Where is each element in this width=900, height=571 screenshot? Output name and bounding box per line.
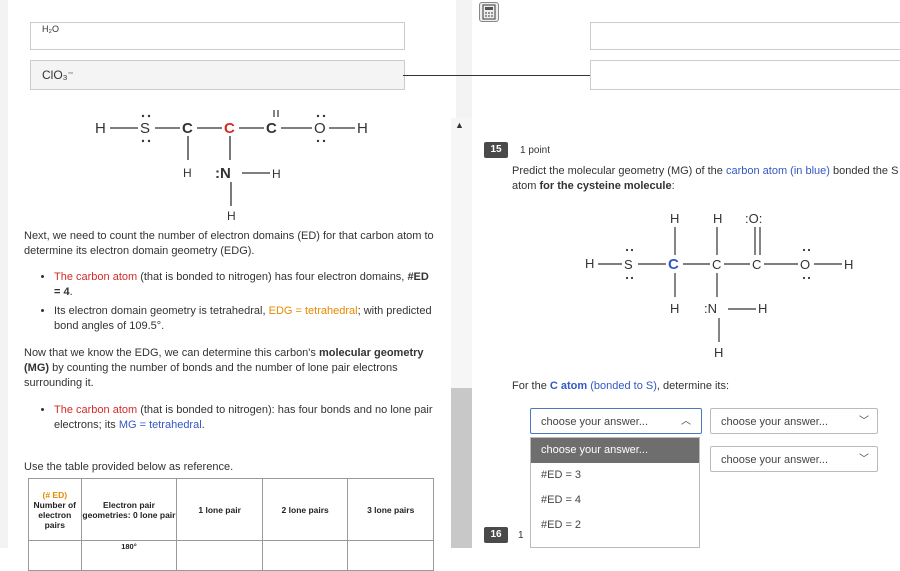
chevron-down-icon: ﹀ (859, 416, 869, 427)
ed-select[interactable]: choose your answer... ︿ (530, 408, 702, 434)
table-intro: Use the table provided below as referenc… (24, 461, 234, 473)
atom-c1: C (182, 120, 193, 137)
atom-h1: H (670, 211, 679, 226)
atom-h-left: H (95, 120, 106, 137)
atom-o-top: :O: (745, 211, 762, 226)
vsepr-reference-table: (# ED) Number of electron pairs Electron … (28, 478, 434, 571)
match-target-1[interactable] (590, 22, 900, 50)
dropdown-option-ed2[interactable]: #ED = 2 (531, 513, 699, 538)
atom-h-mid: H (183, 166, 192, 180)
bullet-edg: Its electron domain geometry is tetrahed… (54, 304, 434, 334)
explanation-intro: Next, we need to count the number of ele… (24, 230, 434, 257)
chevron-down-icon: ﹀ (859, 454, 869, 465)
atom-n-r: :N (704, 301, 717, 316)
atom-h-left-r: H (585, 256, 594, 271)
row2-label: ClO₃⁻ (42, 68, 74, 82)
col-header-3lp: 3 lone pairs (347, 478, 434, 541)
answer-row-h2o[interactable] (30, 22, 405, 50)
cysteine-structure-left: H S C C C O H H :N H H (95, 110, 368, 223)
atom-o: O (314, 120, 326, 137)
atom-h2: H (713, 211, 722, 226)
row1-label: H₂O (42, 24, 59, 34)
atom-c2-r: C (712, 257, 721, 272)
atom-h-right: H (357, 120, 368, 137)
atom-h-n-r: H (758, 301, 767, 316)
atom-s: S (140, 120, 150, 137)
match-target-2[interactable] (590, 60, 900, 90)
dropdown-option-ed4[interactable]: #ED = 4 (531, 488, 699, 513)
question-number-16: 16 (484, 527, 508, 543)
atom-c3-r: C (752, 257, 761, 272)
atom-c2-red: C (224, 120, 235, 137)
scrollbar-thumb[interactable] (451, 388, 472, 548)
atom-s-r: S (624, 257, 633, 272)
scroll-up-icon[interactable]: ▲ (455, 120, 464, 130)
calculator-icon[interactable] (479, 2, 499, 22)
question-16-points: 1 (518, 530, 524, 541)
answer-row-clo3[interactable] (30, 60, 405, 90)
explanation-para2: Now that we know the EDG, we can determi… (24, 347, 424, 389)
chevron-up-icon: ︿ (681, 416, 691, 427)
atom-n: :N (215, 165, 231, 182)
col-header-0lp: Electron pair geometries: 0 lone pair (80, 478, 178, 541)
atom-c-blue: C (668, 256, 679, 273)
ed-dropdown-list[interactable]: choose your answer... #ED = 3 #ED = 4 #E… (530, 437, 700, 548)
atom-h-n: H (272, 167, 281, 181)
atom-h-bottom: H (227, 209, 236, 223)
col-header-1lp: 1 lone pair (176, 478, 263, 541)
atom-c3: C (266, 120, 277, 137)
angle-label: 180° (121, 542, 137, 551)
dropdown-option-ed3[interactable]: #ED = 3 (531, 463, 699, 488)
atom-h-bottom-r: H (714, 345, 723, 360)
explanation-bullets-2: The carbon atom (that is bonded to nitro… (24, 403, 434, 437)
edg-select[interactable]: choose your answer... ﹀ (710, 408, 878, 434)
question-15-subprompt: For the C atom (bonded to S), determine … (512, 380, 730, 392)
dropdown-option-placeholder[interactable]: choose your answer... (531, 438, 699, 463)
atom-h-right-r: H (844, 257, 853, 272)
question-number-15: 15 (484, 142, 508, 158)
col-header-ed: (# ED) Number of electron pairs (28, 478, 82, 541)
bullet-ed-count: The carbon atom (that is bonded to nitro… (54, 270, 434, 300)
explanation-bullets-1: The carbon atom (that is bonded to nitro… (24, 270, 434, 338)
question-15-points: 1 point (520, 145, 551, 156)
mg-select[interactable]: choose your answer... ﹀ (710, 446, 878, 472)
atom-o-r: O (800, 257, 810, 272)
question-15-prompt: Predict the molecular geometry (MG) of t… (512, 165, 899, 192)
cysteine-structure-right: H H :O: H S C C C O H H :N H H (585, 211, 853, 360)
atom-h-under: H (670, 301, 679, 316)
col-header-2lp: 2 lone pairs (261, 478, 349, 541)
bullet-mg: The carbon atom (that is bonded to nitro… (54, 403, 434, 433)
match-connector-line (403, 75, 590, 76)
